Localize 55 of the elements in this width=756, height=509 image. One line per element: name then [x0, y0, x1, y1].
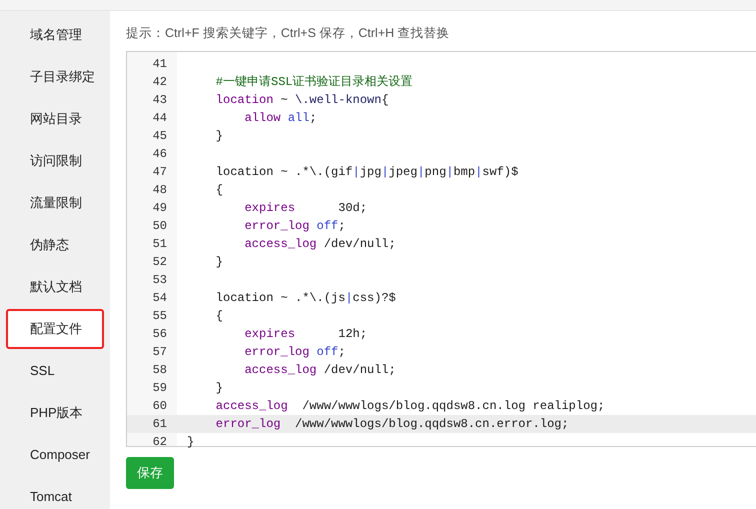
code-line: { — [214, 308, 224, 325]
code-line: error_log /www/wwwlogs/blog.qqdsw8.cn.error.log; — [214, 416, 569, 433]
code-line: expires 30d; — [244, 200, 368, 217]
code-line: location ~ .*\.(js|css)?$ — [214, 290, 396, 307]
sidebar-item[interactable]: 流量限制 — [6, 183, 104, 223]
sidebar-item[interactable]: Tomcat — [6, 477, 104, 509]
sidebar-item[interactable]: 配置文件 — [6, 309, 104, 349]
line-number: 45 — [152, 128, 168, 145]
line-number: 53 — [152, 272, 168, 289]
line-number: 48 — [152, 182, 168, 199]
code-line: error_log off; — [244, 344, 346, 361]
line-number: 49 — [152, 200, 168, 217]
sidebar-item[interactable]: 伪静态 — [6, 225, 104, 265]
line-number: 59 — [152, 380, 168, 397]
code-line: } — [214, 128, 224, 145]
code-line: } — [214, 380, 224, 397]
line-number: 57 — [152, 344, 168, 361]
sidebar-item[interactable]: 网站目录 — [6, 99, 104, 139]
line-number: 41 — [152, 56, 168, 73]
line-number: 42 — [152, 74, 168, 91]
code-line: expires 12h; — [244, 326, 368, 343]
line-number: 43 — [152, 92, 168, 109]
code-line: { — [214, 182, 224, 199]
code-editor[interactable] — [126, 51, 756, 447]
line-number: 58 — [152, 362, 168, 379]
sidebar-item[interactable]: 子目录绑定 — [6, 57, 104, 97]
code-line: location ~ \.well-known{ — [214, 92, 389, 109]
line-number: 54 — [152, 290, 168, 307]
sidebar-item[interactable]: 默认文档 — [6, 267, 104, 307]
line-number: 61 — [152, 416, 168, 433]
line-number: 55 — [152, 308, 168, 325]
sidebar-item[interactable]: Composer — [6, 435, 104, 475]
line-number: 51 — [152, 236, 168, 253]
hint-text: 提示：Ctrl+F 搜索关键字，Ctrl+S 保存，Ctrl+H 查找替换 — [126, 25, 451, 42]
line-number: 44 — [152, 110, 168, 127]
code-line: location ~ .*\.(gif|jpg|jpeg|png|bmp|swf)$ — [214, 164, 518, 181]
code-line: error_log off; — [244, 218, 346, 235]
line-number: 60 — [152, 398, 168, 415]
code-line: } — [214, 254, 224, 271]
code-line: access_log /www/wwwlogs/blog.qqdsw8.cn.log realiplog; — [214, 398, 605, 415]
line-number: 50 — [152, 218, 168, 235]
code-line: access_log /dev/null; — [244, 362, 396, 379]
line-number: 46 — [152, 146, 168, 163]
code-line: } — [186, 434, 194, 451]
sidebar-item[interactable]: 域名管理 — [6, 15, 104, 55]
code-line: #一键申请SSL证书验证目录相关设置 — [214, 74, 413, 91]
line-number: 52 — [152, 254, 168, 271]
sidebar-item[interactable]: PHP版本 — [6, 393, 104, 433]
sidebar-item[interactable]: 访问限制 — [6, 141, 104, 181]
line-number: 62 — [152, 434, 168, 451]
code-line: allow all; — [244, 110, 317, 127]
line-number: 56 — [152, 326, 168, 343]
line-number: 47 — [152, 164, 168, 181]
code-line: access_log /dev/null; — [244, 236, 396, 253]
sidebar-item[interactable]: SSL — [6, 351, 104, 391]
